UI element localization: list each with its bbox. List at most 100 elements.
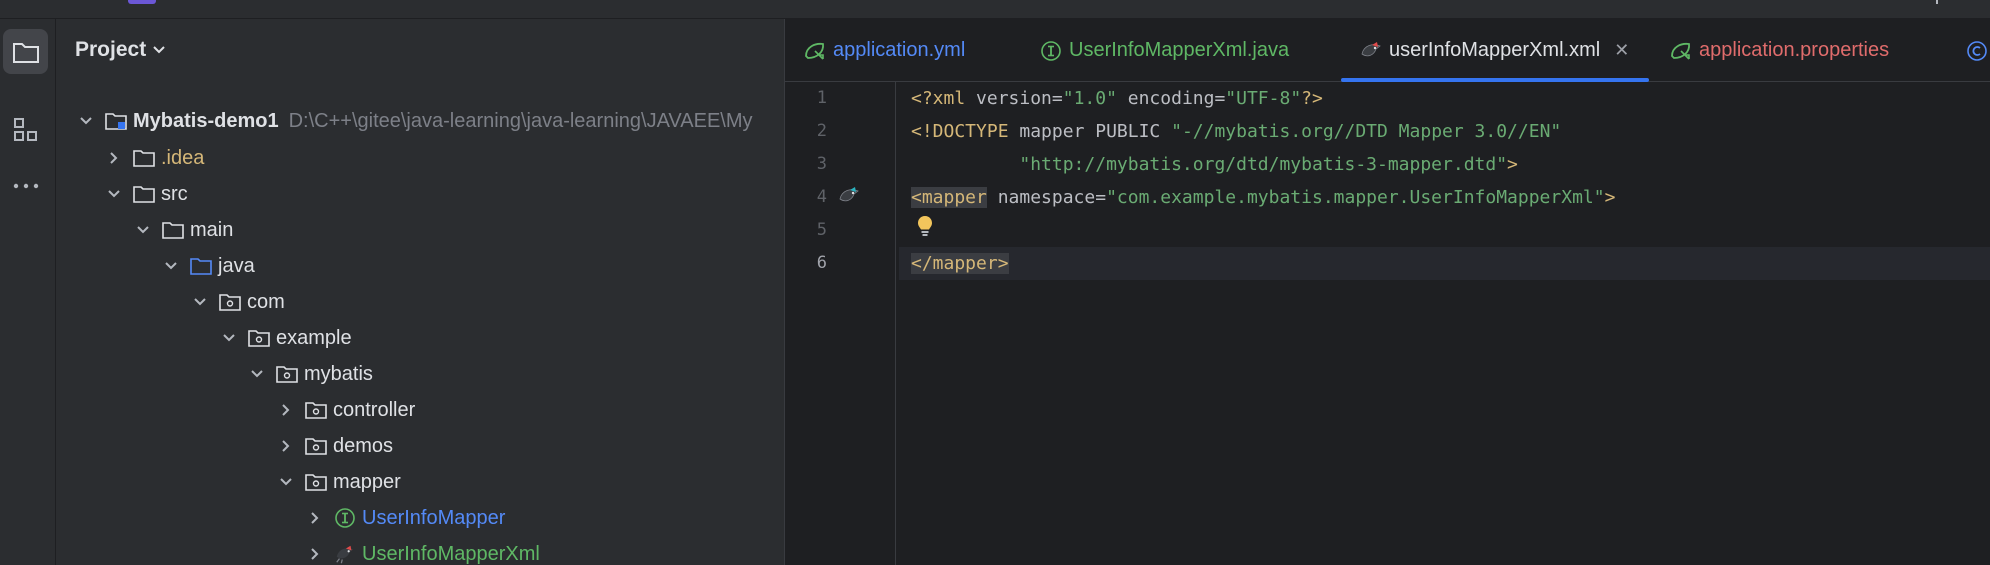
code-token: "UTF-8" xyxy=(1225,88,1302,109)
code-editor[interactable]: <?xml version="1.0" encoding="UTF-8"?> <… xyxy=(899,82,1990,565)
tree-item-mapper[interactable]: mapper xyxy=(279,465,401,499)
package-icon xyxy=(276,364,298,384)
line-number: 2 xyxy=(816,121,827,141)
tree-item-main[interactable]: main xyxy=(136,213,233,247)
chevron-down-icon[interactable] xyxy=(136,223,150,237)
code-line-3: "http://mybatis.org/dtd/mybatis-3-mapper… xyxy=(899,148,1990,181)
line-number: 6 xyxy=(816,253,827,273)
tree-item-label: mapper xyxy=(333,470,401,493)
code-token: <mapper xyxy=(911,187,987,208)
source-folder-icon xyxy=(190,256,212,276)
tab-overflow[interactable] xyxy=(1965,19,1990,82)
project-panel: Project Mybatis-demo1 D:\C++\gitee\java-… xyxy=(56,19,784,565)
title-bar xyxy=(0,0,1990,19)
tree-item-src[interactable]: src xyxy=(107,177,188,211)
chevron-down-icon[interactable] xyxy=(107,187,121,201)
code-token: encoding= xyxy=(1116,88,1226,109)
chevron-down-icon[interactable] xyxy=(279,475,293,489)
tab-application-yml[interactable]: application.yml xyxy=(803,19,965,82)
code-line-5 xyxy=(899,214,1990,247)
tree-item-userinfomapper[interactable]: UserInfoMapper xyxy=(308,501,505,535)
folder-icon xyxy=(12,42,39,63)
tab-userinfomapperxml-xml[interactable]: userInfoMapperXml.xml ✕ xyxy=(1341,19,1650,82)
project-tool-button[interactable] xyxy=(3,29,48,74)
tree-item-demos[interactable]: demos xyxy=(279,429,393,463)
class-icon xyxy=(1965,39,1989,63)
chevron-right-icon[interactable] xyxy=(279,403,293,417)
chevron-right-icon[interactable] xyxy=(107,151,121,165)
code-token: "http://mybatis.org/dtd/mybatis-3-mapper… xyxy=(1019,154,1508,175)
code-token: "com.example.mybatis.mapper.UserInfoMapp… xyxy=(1106,187,1605,208)
tree-item-label: src xyxy=(161,182,188,205)
tree-item-mybatis-demo1[interactable]: Mybatis-demo1 D:\C++\gitee\java-learning… xyxy=(79,104,753,138)
tree-item-mybatis[interactable]: mybatis xyxy=(250,357,373,391)
tree-item-idea[interactable]: .idea xyxy=(107,141,204,175)
tree-item-label: com xyxy=(247,290,285,313)
chevron-down-icon xyxy=(153,46,165,54)
tree-item-userinfomapperxml[interactable]: UserInfoMapperXml xyxy=(308,537,540,565)
tree-item-label: java xyxy=(218,254,255,277)
tab-label: application.yml xyxy=(833,39,966,61)
editor-tabs: application.yml UserInfoMapperXml.java u… xyxy=(785,19,1990,82)
spring-config-icon xyxy=(803,39,827,63)
more-tools-button[interactable] xyxy=(3,163,48,208)
code-token: "-//mybatis.org//DTD Mapper 3.0//EN" xyxy=(1171,121,1562,142)
code-token: > xyxy=(1507,154,1518,175)
tab-label: userInfoMapperXml.xml xyxy=(1389,39,1601,61)
chevron-down-icon[interactable] xyxy=(79,114,93,128)
folder-icon xyxy=(133,184,155,204)
editor-area: application.yml UserInfoMapperXml.java u… xyxy=(784,19,1990,565)
code-token: namespace= xyxy=(986,187,1107,208)
tree-item-controller[interactable]: controller xyxy=(279,393,415,427)
chevron-right-icon[interactable] xyxy=(308,511,322,525)
folder-icon xyxy=(133,148,155,168)
tab-userinfomapperxml-java[interactable]: UserInfoMapperXml.java xyxy=(1039,19,1289,82)
code-line-1: <?xml version="1.0" encoding="UTF-8"?> xyxy=(899,82,1990,115)
tree-item-com[interactable]: com xyxy=(193,285,285,319)
code-token: <?xml xyxy=(911,88,966,109)
more-icon xyxy=(13,183,38,188)
spring-config-icon xyxy=(1669,39,1693,63)
code-token: mapper PUBLIC xyxy=(1008,121,1172,142)
tree-item-java[interactable]: java xyxy=(164,249,255,283)
chevron-down-icon[interactable] xyxy=(193,295,207,309)
code-token: version= xyxy=(965,88,1063,109)
code-token: ?> xyxy=(1301,88,1323,109)
mybatis-bird-icon xyxy=(334,544,356,564)
project-panel-header[interactable]: Project xyxy=(75,37,166,63)
code-token: > xyxy=(1604,187,1616,208)
package-icon xyxy=(305,400,327,420)
interface-icon xyxy=(334,508,356,528)
tab-application-properties[interactable]: application.properties xyxy=(1669,19,1889,82)
title-bar-control[interactable] xyxy=(1936,0,1938,4)
chevron-right-icon[interactable] xyxy=(279,439,293,453)
tool-window-bar xyxy=(0,19,56,565)
tab-label: UserInfoMapperXml.java xyxy=(1069,39,1290,61)
tree-item-example[interactable]: example xyxy=(222,321,352,355)
tree-item-label: demos xyxy=(333,434,394,457)
chevron-down-icon[interactable] xyxy=(222,331,236,345)
gutter-separator xyxy=(895,82,896,565)
chevron-down-icon[interactable] xyxy=(250,367,264,381)
folder-icon xyxy=(162,220,184,240)
structure-icon xyxy=(13,117,37,141)
app-logo[interactable] xyxy=(128,0,156,4)
mybatis-bird-icon[interactable] xyxy=(837,185,861,212)
interface-icon xyxy=(1039,39,1063,63)
tree-item-label: example xyxy=(276,326,352,349)
tree-item-label: UserInfoMapperXml xyxy=(362,542,540,565)
lightbulb-icon[interactable] xyxy=(917,215,933,248)
package-icon xyxy=(305,436,327,456)
line-number: 1 xyxy=(816,88,827,108)
tree-item-label: mybatis xyxy=(304,362,373,385)
structure-tool-button[interactable] xyxy=(3,107,48,152)
tree-item-label: controller xyxy=(333,398,416,421)
line-number: 3 xyxy=(816,154,827,174)
code-token: <!DOCTYPE xyxy=(911,121,1009,142)
project-path: D:\C++\gitee\java-learning\java-learning… xyxy=(288,109,753,132)
line-number: 5 xyxy=(816,220,827,240)
chevron-down-icon[interactable] xyxy=(164,259,178,273)
chevron-right-icon[interactable] xyxy=(308,547,322,561)
module-folder-icon xyxy=(105,111,127,131)
close-icon[interactable]: ✕ xyxy=(1614,40,1629,61)
